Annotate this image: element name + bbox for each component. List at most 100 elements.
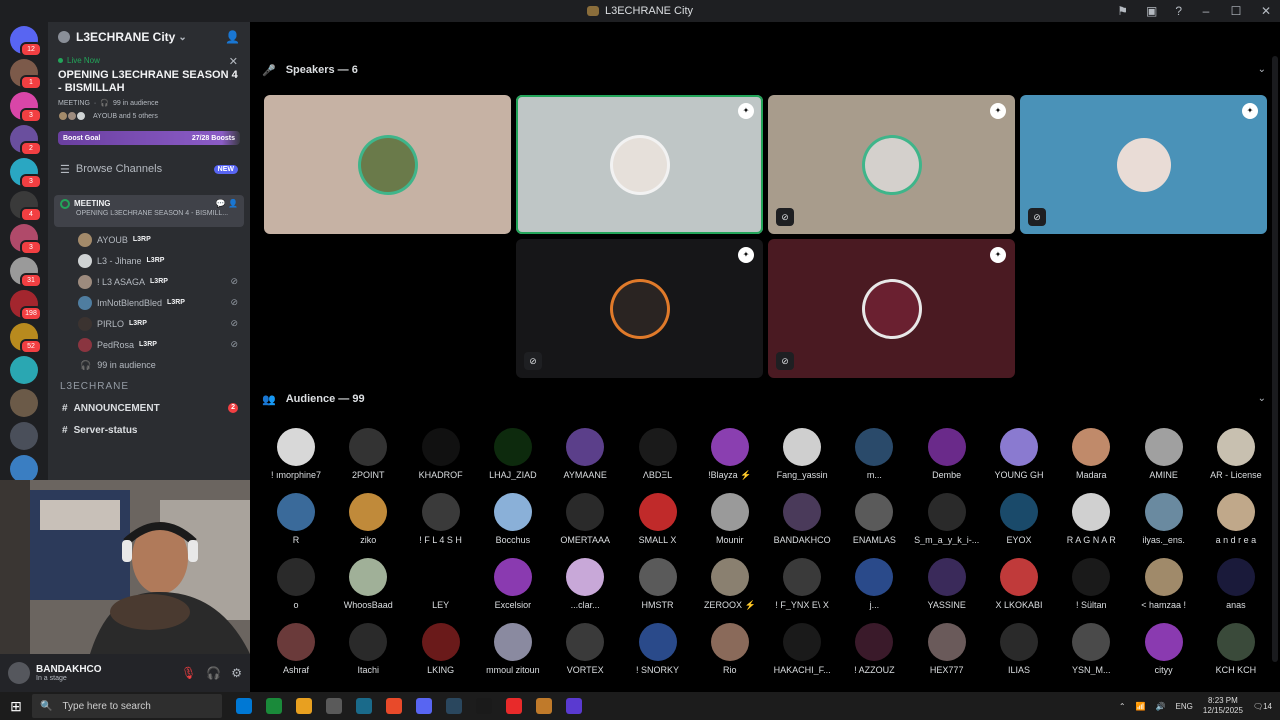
audience-member[interactable]: j... [838,558,910,616]
audience-member[interactable]: AR - License [1200,428,1272,486]
voice-user[interactable]: PedRosa L3RP ⊘ [48,334,250,355]
taskbar-app-icon[interactable] [356,698,372,714]
server-icon-4[interactable]: 3 [10,158,42,189]
chevron-up-icon[interactable]: ⌃ [1119,702,1126,711]
audience-member[interactable]: ! AZZOUZ [838,623,910,681]
windows-start-icon[interactable]: ⊞ [0,692,32,720]
taskbar-app-icon[interactable] [536,698,552,714]
audience-member[interactable]: Fang_yassin [766,428,838,486]
speaker-tile[interactable]: ✦ ⊘ [1020,95,1267,234]
audience-member[interactable]: ilyas._ens. [1128,493,1200,551]
server-icon-7[interactable]: 31 [10,257,42,288]
audience-member[interactable]: LEY [405,558,477,616]
audience-member[interactable]: m... [838,428,910,486]
server-icon-3[interactable]: 2 [10,125,42,156]
server-icon-2[interactable]: 3 [10,92,42,123]
audience-member[interactable]: YSN_M... [1055,623,1127,681]
taskbar-app-icon[interactable] [296,698,312,714]
audience-member[interactable]: Itachi [332,623,404,681]
audience-member[interactable]: HEX777 [911,623,983,681]
boost-goal-bar[interactable]: Boost Goal 27/28 Boosts [58,131,240,145]
audience-member[interactable]: ENAMLAS [838,493,910,551]
live-now-card[interactable]: Live Now ✕ OPENING L3ECHRANE SEASON 4 - … [48,52,250,125]
maximize-button[interactable]: ☐ [1230,4,1242,18]
voice-user[interactable]: AYOUB L3RP [48,229,250,250]
screen-icon[interactable]: ▣ [1146,4,1157,18]
server-icon-1[interactable]: 1 [10,59,42,90]
voice-user[interactable]: L3 - Jihane L3RP [48,250,250,271]
audience-member[interactable]: HAKACHI_F... [766,623,838,681]
taskbar-app-icon[interactable] [566,698,582,714]
category-header[interactable]: L3ECHRANE [48,381,250,397]
inbox-icon[interactable]: ⚑ [1117,4,1128,18]
taskbar-app-icon[interactable] [416,698,432,714]
clock[interactable]: 8:23 PM 12/15/2025 [1203,696,1243,716]
audience-member[interactable]: ! F L 4 S H [405,493,477,551]
audience-member[interactable]: KCH KCH [1200,623,1272,681]
audience-member[interactable]: anas [1200,558,1272,616]
voice-user[interactable]: ImNotBlendBled L3RP ⊘ [48,292,250,313]
audience-member[interactable]: VORTEX [549,623,621,681]
wifi-icon[interactable]: 📶 [1136,702,1146,711]
taskbar-app-icon[interactable] [326,698,342,714]
taskbar-app-icon[interactable] [236,698,252,714]
volume-icon[interactable]: 🔊 [1156,702,1166,711]
chevron-down-icon[interactable]: ⌄ [1258,64,1266,75]
taskbar-app-icon[interactable] [266,698,282,714]
minimize-button[interactable]: – [1200,4,1212,18]
audience-member[interactable]: !Blayza ⚡ [694,428,766,486]
taskbar-app-icon[interactable] [476,698,492,714]
audience-member[interactable]: X LKOKABI [983,558,1055,616]
audience-member[interactable]: S_m_a_y_k_i-... [911,493,983,551]
gear-icon[interactable]: ⚙ [231,666,242,680]
server-header[interactable]: L3ECHRANE City ⌄ 👤 [48,22,250,52]
server-icon-0[interactable]: 12 [10,26,42,57]
audience-member[interactable]: KHADROF [405,428,477,486]
audience-member[interactable]: EYOX [983,493,1055,551]
server-icon-6[interactable]: 3 [10,224,42,255]
avatar[interactable] [8,662,30,684]
audience-member[interactable]: ! Sültan [1055,558,1127,616]
audience-member[interactable]: AYMAANE [549,428,621,486]
audience-member[interactable]: Bocchus [477,493,549,551]
audience-member[interactable]: LHAJ_ZIAD [477,428,549,486]
server-icon-10[interactable] [10,356,38,384]
audience-member[interactable]: ! SNORKY [622,623,694,681]
scrollbar[interactable] [1272,56,1278,662]
language-indicator[interactable]: ENG [1176,702,1193,711]
audience-member[interactable]: Mounir [694,493,766,551]
browse-channels[interactable]: ☰ Browse Channels NEW [48,157,250,181]
audience-member[interactable]: R A G N A R [1055,493,1127,551]
audience-member[interactable]: ! ımorphine7 [260,428,332,486]
server-icon-11[interactable] [10,389,38,417]
voice-user[interactable]: PIRLO L3RP ⊘ [48,313,250,334]
close-button[interactable]: ✕ [1260,4,1272,18]
server-icon-13[interactable] [10,455,38,483]
audience-member[interactable]: OMERTAAA [549,493,621,551]
audience-member[interactable]: mmoul zitoun [477,623,549,681]
audience-member[interactable]: Rio [694,623,766,681]
voice-user[interactable]: ! L3 ASAGA L3RP ⊘ [48,271,250,292]
taskbar-search[interactable]: 🔍 Type here to search [32,694,222,718]
notifications-icon[interactable]: 🗨14 [1253,702,1272,711]
taskbar-app-icon[interactable] [446,698,462,714]
taskbar-app-icon[interactable] [386,698,402,714]
chevron-down-icon[interactable]: ⌄ [1258,393,1266,404]
server-icon-9[interactable]: 52 [10,323,42,354]
audience-member[interactable]: ZEROOX ⚡ [694,558,766,616]
mic-icon[interactable]: 🎙 [181,666,196,680]
server-icon-8[interactable]: 198 [10,290,42,321]
audience-member[interactable]: ziko [332,493,404,551]
audience-member[interactable]: AMINE [1128,428,1200,486]
audience-member[interactable]: a n d r e a [1200,493,1272,551]
audience-member[interactable]: Dembe [911,428,983,486]
audience-member[interactable]: BANDAKHCO [766,493,838,551]
speaker-tile[interactable] [264,95,511,234]
audience-member[interactable]: < hamzaa ! [1128,558,1200,616]
server-icon-12[interactable] [10,422,38,450]
taskbar-app-icon[interactable] [506,698,522,714]
close-icon[interactable]: ✕ [229,55,238,68]
meeting-stage-channel[interactable]: MEETING OPENING L3ECHRANE SEASON 4 - BIS… [54,195,244,227]
audience-member[interactable]: ! F_YNX E\ X [766,558,838,616]
audience-member[interactable]: ...clar... [549,558,621,616]
